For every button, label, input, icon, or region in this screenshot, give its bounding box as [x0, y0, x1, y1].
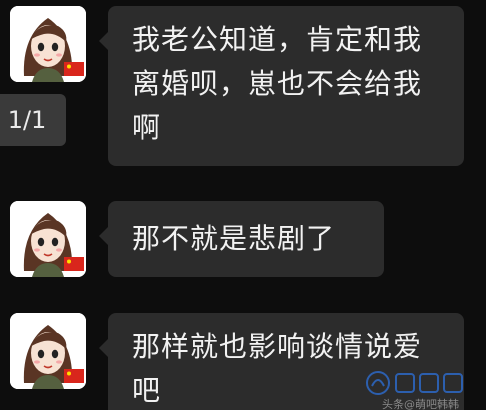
- china-flag-icon: [64, 369, 84, 383]
- contact-avatar[interactable]: [10, 201, 86, 277]
- page-counter: 1/1: [0, 94, 66, 146]
- china-flag-icon: [64, 257, 84, 271]
- message-text: 我老公知道，肯定和我离婚呗，崽也不会给我啊: [132, 23, 423, 144]
- contact-avatar[interactable]: [10, 6, 86, 82]
- china-flag-icon: [64, 62, 84, 76]
- message-bubble: 那不就是悲剧了: [99, 201, 384, 277]
- message-text: 那不就是悲剧了: [132, 222, 336, 255]
- message-bubble: 我老公知道，肯定和我离婚呗，崽也不会给我啊: [99, 6, 464, 166]
- site-logo-icon: [366, 371, 463, 395]
- contact-avatar[interactable]: [10, 313, 86, 389]
- watermark-text: 头条@萌吧韩韩: [382, 398, 459, 410]
